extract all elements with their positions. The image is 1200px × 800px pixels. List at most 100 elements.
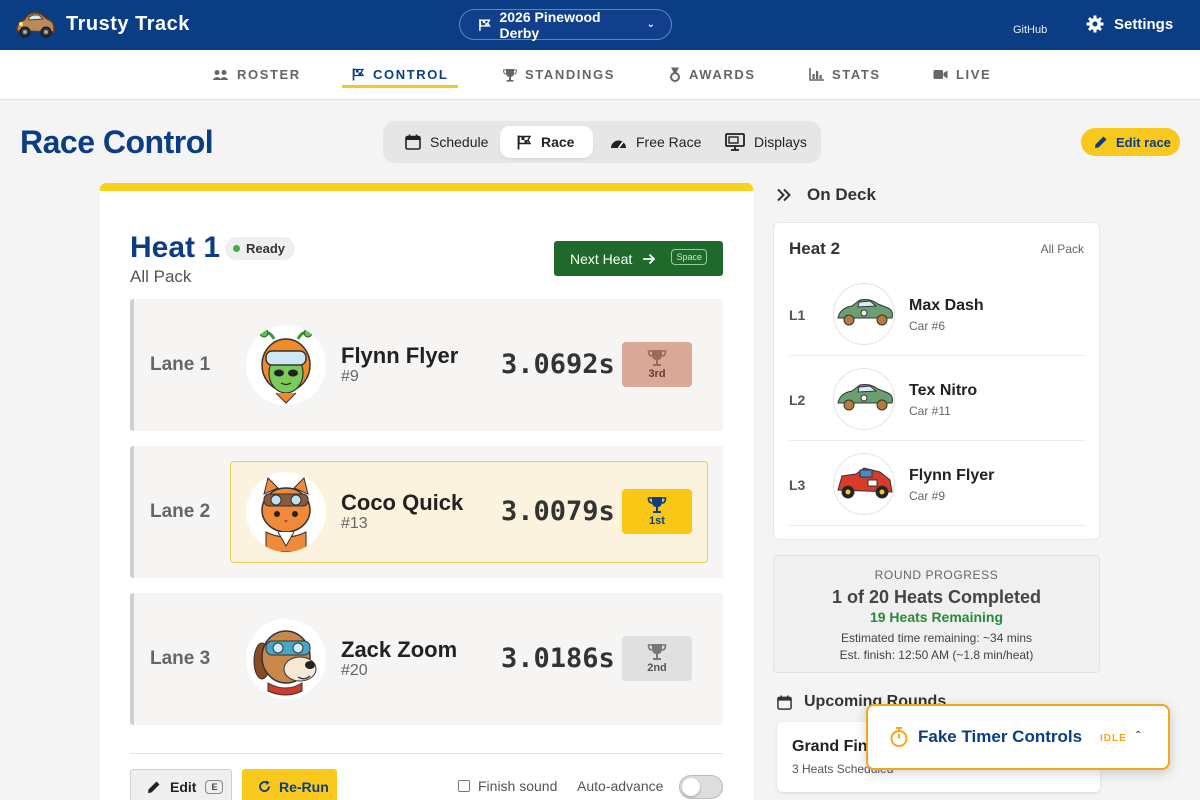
mode-schedule[interactable]: Schedule: [405, 126, 488, 158]
main-nav: ROSTER CONTROL STANDINGS AWARDS STATS LI…: [0, 50, 1200, 100]
on-deck-group: All Pack: [1040, 242, 1084, 256]
heat-title: Heat 1: [130, 231, 221, 264]
heat-group: All Pack: [130, 267, 192, 286]
car-number: Car #11: [909, 404, 951, 418]
chevron-down-icon: ⌄: [646, 19, 655, 30]
lane-label: L3: [789, 477, 806, 493]
page-title: Race Control: [20, 124, 214, 160]
race-time: 3.0079s: [501, 496, 615, 527]
racer-number: #20: [341, 662, 368, 679]
estimated-finish: Est. finish: 12:50 AM (~1.8 min/heat): [839, 648, 1034, 662]
racer-name: Zack Zoom: [341, 637, 458, 662]
brand[interactable]: Trusty Track: [14, 7, 190, 41]
car-number: Car #6: [909, 319, 946, 333]
edit-race-button[interactable]: Edit race: [1081, 128, 1180, 156]
racer-name: Coco Quick: [341, 490, 464, 515]
round-progress-card: ROUND PROGRESS 1 of 20 Heats Completed 1…: [773, 555, 1100, 673]
tab-roster[interactable]: ROSTER: [212, 50, 301, 99]
mode-free-race[interactable]: Free Race: [610, 126, 701, 158]
on-deck-heat-title: Heat 2: [789, 239, 841, 258]
people-icon: [212, 69, 229, 80]
estimated-time: Estimated time remaining: ~34 mins: [840, 631, 1033, 645]
finish-sound-checkbox[interactable]: [458, 780, 470, 792]
trophy-icon: [647, 497, 667, 513]
lane-label: Lane 3: [150, 648, 211, 669]
tab-standings[interactable]: STANDINGS: [503, 50, 615, 99]
list-item: L2 Tex Nitro Car #11: [789, 356, 1086, 441]
car-avatar: [833, 453, 895, 515]
gear-icon: [1086, 15, 1104, 33]
racer-number: #9: [341, 368, 359, 385]
app-title: Trusty Track: [66, 12, 190, 35]
double-chevron-right-icon: [777, 188, 791, 202]
fake-timer-panel[interactable]: Fake Timer Controls IDLE ⌃: [866, 704, 1170, 770]
alien-avatar: [246, 325, 326, 405]
pencil-icon: [148, 781, 160, 793]
shortcut-key: Space: [671, 249, 707, 265]
racer-name: Max Dash: [909, 297, 984, 314]
tab-stats[interactable]: STATS: [809, 50, 881, 99]
settings-label: Settings: [1114, 15, 1174, 33]
place-badge: 2nd: [622, 636, 692, 681]
lane-row: Lane 1 Flynn Flyer #9 3.0692s 3rd: [130, 299, 723, 431]
shortcut-key: E: [205, 779, 224, 794]
event-name: 2026 Pinewood Derby: [499, 8, 601, 41]
racer-number: #13: [341, 515, 368, 532]
car-number: Car #9: [909, 489, 946, 503]
top-bar: Trusty Track 2026 Pinewood Derby ⌄ GitHu…: [0, 0, 1200, 50]
status-badge: Ready: [225, 237, 296, 260]
monitor-icon: [725, 133, 745, 151]
auto-advance-switch[interactable]: [679, 775, 723, 799]
chevron-up-icon[interactable]: ⌃: [1134, 730, 1142, 741]
tab-control[interactable]: CONTROL: [342, 50, 459, 99]
progress-label: ROUND PROGRESS: [874, 568, 999, 582]
flag-icon: [352, 68, 365, 81]
racer-name: Tex Nitro: [909, 382, 978, 399]
lane-label: L2: [789, 392, 806, 408]
trophy-icon: [647, 350, 667, 366]
github-link[interactable]: GitHub: [1013, 24, 1047, 36]
car-avatar: [833, 368, 895, 430]
on-deck-card: Heat 2 All Pack L1 Max Dash Car #6 L2 Te…: [773, 222, 1100, 540]
tab-live[interactable]: LIVE: [933, 50, 991, 99]
auto-advance-label: Auto-advance: [577, 778, 664, 794]
cat-avatar: [246, 472, 326, 552]
race-time: 3.0692s: [501, 349, 615, 380]
edit-heat-button[interactable]: Edit E: [130, 769, 232, 800]
racer-name: Flynn Flyer: [341, 343, 459, 368]
fake-timer-title: Fake Timer Controls: [918, 727, 1083, 746]
racer-name: Flynn Flyer: [909, 467, 995, 484]
divider: [130, 753, 723, 754]
current-heat-card: Heat 1 Ready All Pack Next Heat Space La…: [100, 183, 753, 800]
dog-avatar: [246, 619, 326, 699]
lane-row: Lane 3 Zack Zoom #20 3.0186s 2nd: [130, 593, 723, 725]
event-selector[interactable]: 2026 Pinewood Derby ⌄: [459, 8, 672, 41]
on-deck-header: On Deck: [777, 185, 876, 205]
list-item: L3 Flynn Flyer Car #9: [789, 441, 1086, 526]
flag-icon: [479, 18, 491, 31]
status-dot: [233, 245, 240, 252]
flag-icon: [517, 135, 532, 149]
tab-awards[interactable]: AWARDS: [669, 50, 756, 99]
heats-remaining: 19 Heats Remaining: [869, 609, 1004, 625]
lane-label: Lane 2: [150, 501, 211, 522]
finish-sound-toggle[interactable]: Finish sound: [458, 778, 557, 794]
trophy-icon: [503, 68, 517, 82]
next-heat-button[interactable]: Next Heat Space: [554, 241, 723, 276]
heats-completed: 1 of 20 Heats Completed: [831, 587, 1042, 607]
race-time: 3.0186s: [501, 643, 615, 674]
refresh-icon: [259, 780, 270, 792]
speedometer-icon: [611, 140, 626, 148]
list-item: L1 Max Dash Car #6: [789, 271, 1086, 356]
place-badge: 1st: [622, 489, 692, 534]
medal-icon: [670, 67, 680, 82]
settings-button[interactable]: Settings: [1086, 15, 1173, 33]
calendar-icon: [777, 694, 792, 710]
mode-displays[interactable]: Displays: [725, 126, 807, 158]
timer-state-badge: IDLE: [1100, 733, 1127, 744]
mode-race[interactable]: Race: [500, 126, 593, 158]
bar-chart-icon: [809, 68, 824, 81]
stopwatch-icon: [890, 727, 908, 747]
rerun-button[interactable]: Re-Run: [242, 769, 337, 800]
trophy-icon: [647, 644, 667, 660]
